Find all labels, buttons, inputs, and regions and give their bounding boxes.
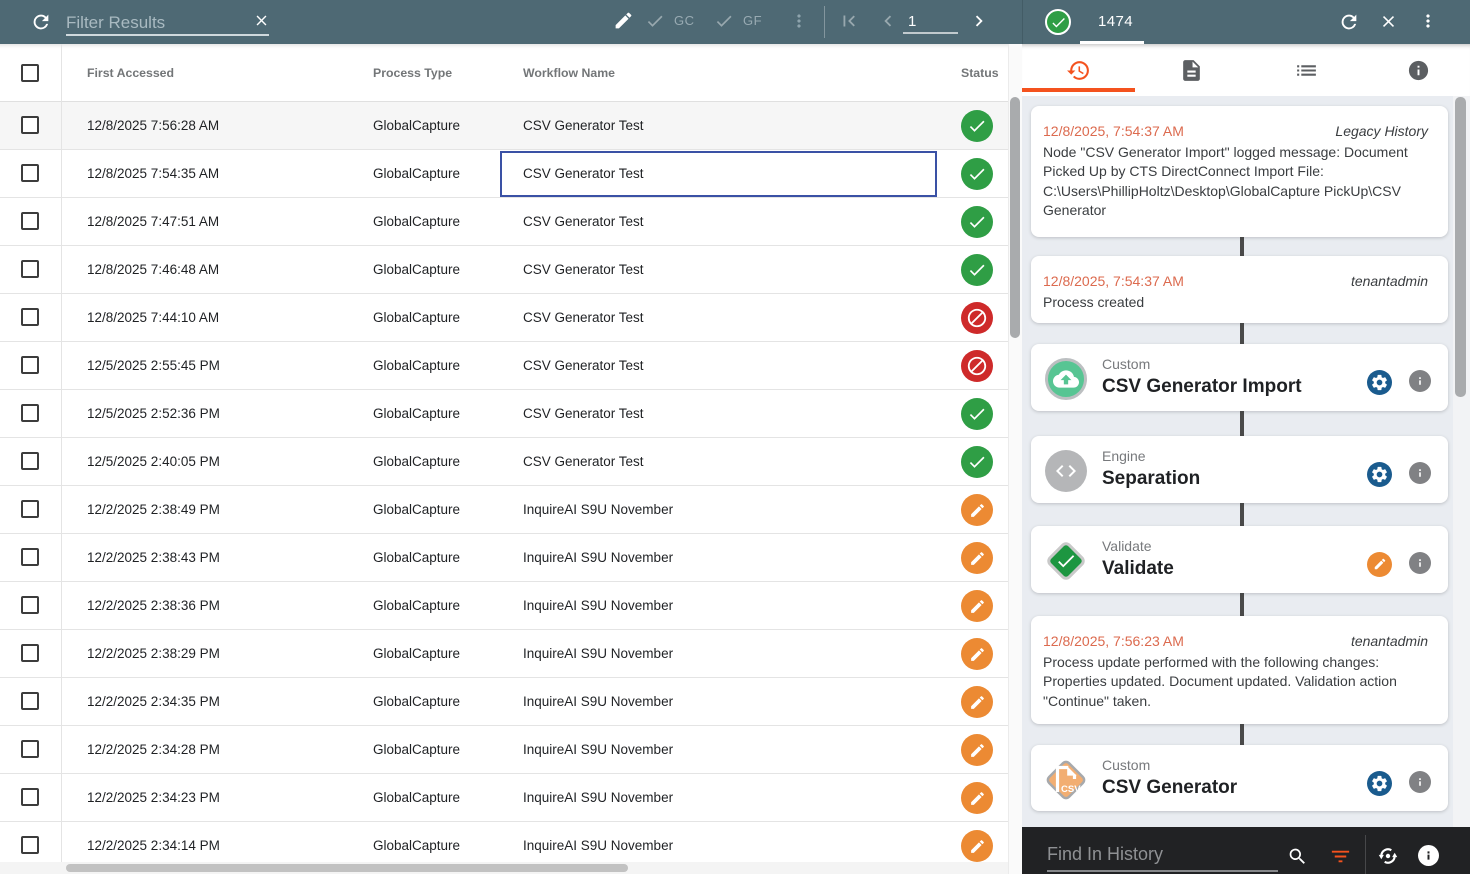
svg-text:CSV: CSV [1061, 784, 1081, 795]
